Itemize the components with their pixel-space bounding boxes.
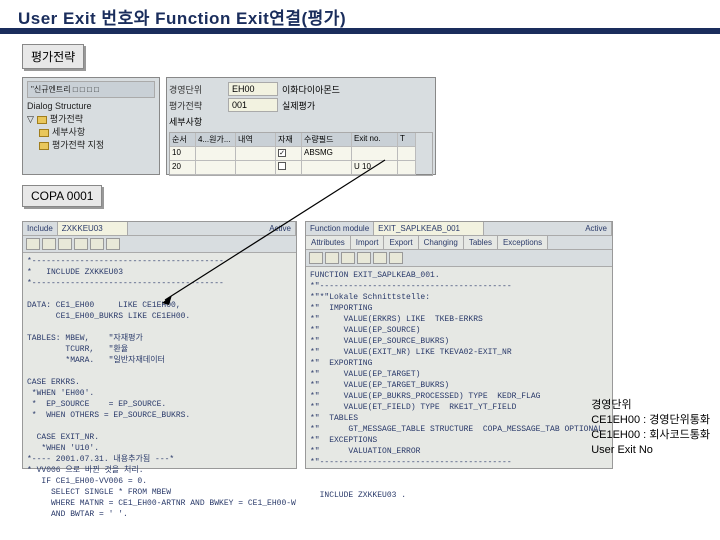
tab-import[interactable]: Import: [351, 236, 385, 249]
tool-button[interactable]: [106, 238, 120, 250]
tab-changing[interactable]: Changing: [419, 236, 464, 249]
tool-button[interactable]: [74, 238, 88, 250]
tool-button[interactable]: [309, 252, 323, 264]
anno-line: CE1EH00 : 회사코드통화: [591, 428, 710, 443]
title-bar: User Exit 번호와 Function Exit연결(평가): [0, 0, 720, 34]
section-label: 세부사항: [169, 115, 433, 128]
tree-root: Dialog Structure: [27, 100, 155, 113]
tab-attributes[interactable]: Attributes: [306, 236, 351, 249]
code-body[interactable]: *---------------------------------------…: [23, 253, 296, 523]
page-title: User Exit 번호와 Function Exit연결(평가): [18, 4, 702, 29]
editor-header: Function module EXIT_SAPLKEAB_001 Active: [306, 222, 612, 236]
detail-grid: 순서 4...원가... 내역 자재c.. 수량필드 Exit no. T 10…: [169, 132, 433, 176]
hdr-label: Function module: [306, 222, 374, 235]
folder-icon: [37, 116, 47, 124]
field-label: 평가전략: [169, 99, 224, 112]
hdr-label: Include: [23, 222, 58, 235]
field-label: 경영단위: [169, 83, 224, 96]
tool-button[interactable]: [373, 252, 387, 264]
annotation-callout: 경영단위 CE1EH00 : 경영단위통화 CE1EH00 : 회사코드통화 U…: [591, 398, 710, 458]
tool-button[interactable]: [341, 252, 355, 264]
tool-button[interactable]: [26, 238, 40, 250]
tree-toolbar[interactable]: "신규엔트리 □ □ □ □: [27, 81, 155, 98]
anno-line: CE1EH00 : 경영단위통화: [591, 413, 710, 428]
fm-tabs: Attributes Import Export Changing Tables…: [306, 236, 612, 250]
tool-button[interactable]: [42, 238, 56, 250]
detail-panel: 경영단위 EH00 이화다이아몬드 평가전략 001 실제평가 세부사항 순서 …: [166, 77, 436, 175]
fm-name[interactable]: EXIT_SAPLKEAB_001: [374, 222, 484, 235]
field-row: 경영단위 EH00 이화다이아몬드: [169, 82, 433, 96]
strategy-badge: 평가전략: [22, 44, 84, 69]
grid-row[interactable]: 10 ✓ ABSMG: [170, 147, 432, 161]
tree-item[interactable]: 평가전략 지정: [27, 139, 155, 152]
folder-icon: [39, 142, 49, 150]
tab-tables[interactable]: Tables: [464, 236, 498, 249]
code-body[interactable]: FUNCTION EXIT_SAPLKEAB_001. *"----------…: [306, 267, 612, 504]
grid-row[interactable]: 20 U 10: [170, 161, 432, 175]
field-desc: 실제평가: [282, 99, 315, 112]
top-panel-area: "신규엔트리 □ □ □ □ Dialog Structure ▽평가전략 세부…: [22, 77, 720, 175]
checkbox-icon[interactable]: ✓: [278, 149, 286, 157]
editor-toolbar: [306, 250, 612, 267]
include-name[interactable]: ZXKKEU03: [58, 222, 128, 235]
field-row: 평가전략 001 실제평가: [169, 98, 433, 112]
anno-line: 경영단위: [591, 398, 710, 413]
anno-line: User Exit No: [591, 443, 710, 458]
tree-item[interactable]: 세부사항: [27, 126, 155, 139]
editor-toolbar: [23, 236, 296, 253]
folder-icon: [39, 129, 49, 137]
tab-exceptions[interactable]: Exceptions: [498, 236, 548, 249]
grid-header: 순서 4...원가... 내역 자재c.. 수량필드 Exit no. T: [170, 133, 432, 147]
dialog-structure-tree: "신규엔트리 □ □ □ □ Dialog Structure ▽평가전략 세부…: [22, 77, 160, 175]
tab-export[interactable]: Export: [384, 236, 418, 249]
field-desc: 이화다이아몬드: [282, 83, 340, 96]
abap-include-editor: Include ZXKKEU03 Active *---------------…: [22, 221, 297, 469]
checkbox-icon[interactable]: [278, 162, 286, 170]
tool-button[interactable]: [389, 252, 403, 264]
tool-button[interactable]: [325, 252, 339, 264]
copa-badge: COPA 0001: [22, 185, 102, 207]
tool-button[interactable]: [357, 252, 371, 264]
tool-button[interactable]: [90, 238, 104, 250]
editor-header: Include ZXKKEU03 Active: [23, 222, 296, 236]
status-label: Active: [581, 222, 612, 235]
tool-button[interactable]: [58, 238, 72, 250]
field-value[interactable]: 001: [228, 98, 278, 112]
status-label: Active: [265, 222, 296, 235]
function-module-editor: Function module EXIT_SAPLKEAB_001 Active…: [305, 221, 613, 469]
tree-item[interactable]: ▽평가전략: [27, 113, 155, 126]
field-value[interactable]: EH00: [228, 82, 278, 96]
